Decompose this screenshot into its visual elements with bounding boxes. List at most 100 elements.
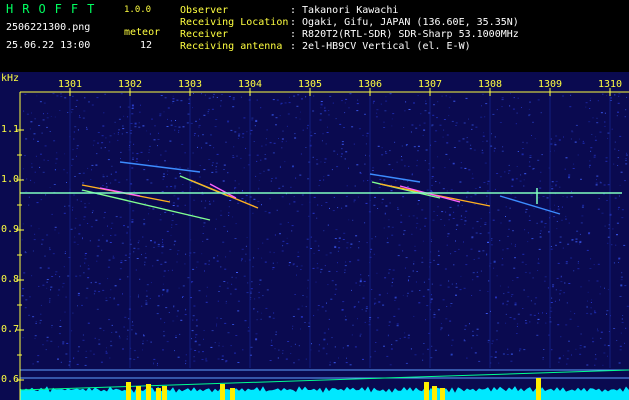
noise-dot	[91, 212, 93, 214]
noise-dot	[132, 321, 133, 323]
noise-dot	[321, 140, 323, 142]
noise-dot	[327, 284, 329, 286]
noise-dot	[378, 186, 381, 188]
noise-dot	[570, 138, 572, 140]
noise-dot	[179, 166, 181, 168]
noise-dot	[359, 172, 362, 174]
noise-dot	[138, 126, 141, 128]
noise-dot	[596, 280, 599, 282]
noise-dot	[463, 339, 465, 341]
noise-dot	[528, 115, 530, 117]
noise-dot	[130, 123, 133, 124]
noise-dot	[223, 169, 225, 170]
noise-dot	[150, 341, 152, 343]
noise-dot	[42, 344, 44, 346]
noise-dot	[315, 281, 317, 283]
noise-dot	[492, 219, 495, 221]
noise-dot	[109, 135, 112, 137]
noise-dot	[271, 178, 273, 179]
noise-dot	[233, 146, 235, 148]
noise-dot	[144, 264, 146, 266]
noise-dot	[68, 364, 70, 366]
noise-dot	[192, 319, 194, 321]
noise-dot	[377, 145, 380, 147]
noise-dot	[272, 267, 275, 269]
noise-dot	[120, 158, 121, 159]
noise-dot	[30, 225, 32, 227]
noise-dot	[228, 215, 230, 216]
y-tick-label: 0.8	[1, 274, 20, 285]
noise-dot	[380, 103, 382, 105]
noise-dot	[422, 240, 424, 242]
noise-dot	[363, 285, 365, 287]
noise-dot	[334, 246, 337, 248]
noise-dot	[88, 264, 89, 266]
noise-dot	[101, 249, 103, 251]
noise-dot	[511, 294, 514, 296]
noise-dot	[24, 251, 26, 253]
noise-dot	[54, 226, 57, 228]
noise-dot	[343, 127, 345, 128]
noise-dot	[173, 195, 176, 197]
noise-dot	[96, 153, 98, 155]
noise-dot	[307, 124, 309, 126]
noise-dot	[211, 330, 214, 332]
noise-dot	[479, 186, 481, 188]
noise-dot	[131, 219, 134, 221]
noise-dot	[42, 171, 45, 173]
noise-dot	[50, 289, 52, 291]
noise-dot	[162, 283, 164, 285]
noise-dot	[270, 190, 272, 192]
noise-dot	[217, 358, 220, 360]
noise-dot	[143, 218, 145, 220]
noise-dot	[453, 147, 456, 148]
noise-dot	[522, 141, 524, 143]
noise-dot	[104, 147, 106, 149]
noise-dot	[589, 100, 591, 102]
noise-dot	[603, 184, 606, 186]
noise-dot	[532, 168, 535, 170]
noise-dot	[297, 308, 300, 310]
noise-dot	[276, 209, 278, 211]
noise-dot	[388, 219, 390, 221]
noise-dot	[348, 219, 350, 221]
noise-dot	[434, 349, 437, 351]
noise-dot	[237, 300, 240, 302]
noise-dot	[446, 306, 448, 307]
noise-dot	[144, 257, 147, 259]
noise-dot	[594, 358, 597, 360]
noise-dot	[459, 181, 462, 183]
noise-dot	[291, 225, 294, 227]
noise-dot	[122, 348, 124, 350]
noise-dot	[473, 149, 476, 151]
noise-dot	[341, 100, 343, 102]
noise-dot	[476, 328, 479, 330]
noise-dot	[617, 165, 619, 166]
noise-dot	[443, 129, 445, 131]
noise-dot	[473, 203, 476, 205]
noise-dot	[108, 259, 111, 261]
noise-dot	[595, 136, 597, 138]
noise-dot	[611, 128, 613, 130]
noise-dot	[122, 125, 124, 127]
noise-dot	[618, 93, 621, 95]
noise-dot	[607, 355, 608, 357]
noise-dot	[294, 133, 296, 135]
noise-dot	[573, 270, 575, 272]
noise-dot	[64, 97, 67, 99]
noise-dot	[131, 329, 133, 331]
noise-dot	[157, 243, 160, 245]
noise-dot	[605, 160, 608, 162]
noise-dot	[242, 133, 245, 135]
noise-dot	[191, 330, 194, 332]
noise-dot	[208, 263, 210, 265]
noise-dot	[523, 179, 525, 181]
noise-dot	[342, 301, 345, 303]
noise-dot	[74, 176, 76, 177]
noise-dot	[465, 264, 468, 266]
noise-dot	[162, 239, 164, 241]
noise-dot	[565, 261, 568, 263]
noise-dot	[587, 300, 588, 302]
noise-dot	[31, 275, 33, 277]
noise-dot	[392, 113, 395, 115]
